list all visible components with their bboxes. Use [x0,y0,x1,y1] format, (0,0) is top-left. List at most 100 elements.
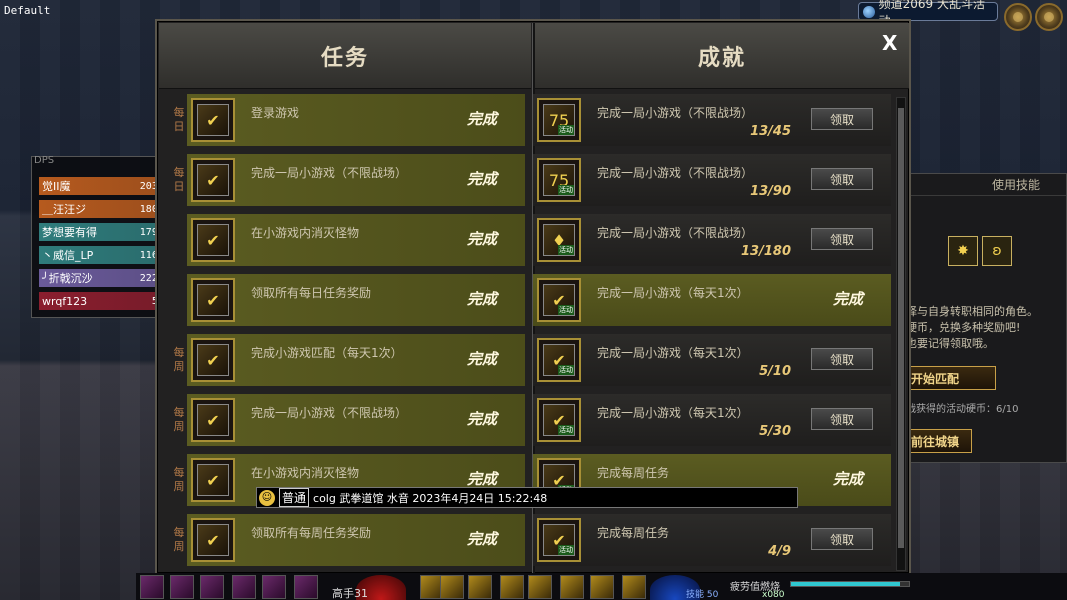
achievement-name: 完成每周任务 [597,466,670,480]
event-tag: 活动 [558,245,574,255]
claim-button[interactable]: 领取 [811,108,873,130]
close-button[interactable]: X [882,31,897,55]
task-status: 完成 [466,350,497,368]
achievement-name: 完成一局小游戏（不限战场） [597,166,754,180]
task-status: 完成 [466,230,497,248]
claim-button[interactable]: 领取 [811,228,873,250]
achievement-name: 完成一局小游戏（不限战场） [597,226,754,240]
reward-icon: ✔活动 [543,284,575,316]
reward-icon: ✔活动 [543,524,575,556]
side-panel-header: 使用技能 [906,174,1066,196]
task-status: 完成 [466,110,497,128]
claim-button[interactable]: 领取 [811,168,873,190]
side-text-line: 也要记得领取哦。 [906,337,994,350]
task-bar: ✔ 领取所有每周任务奖励 完成 [187,514,525,566]
skill-slot[interactable] [170,575,194,599]
claim-button[interactable]: 领取 [811,348,873,370]
event-tag: 活动 [558,365,574,375]
settings-orb-button[interactable] [1035,3,1063,31]
achievement-row: 75 活动 完成一局小游戏（不限战场） 13/45 领取 [533,94,891,146]
skill-slot[interactable] [622,575,646,599]
event-tag: 活动 [558,125,574,135]
dps-player-name: 丶威信_LP [42,249,94,262]
check-icon: ✔ [197,284,229,316]
dps-player-name: wrqf123 [42,294,88,308]
achievement-bar: ✔ 活动 完成一局小游戏（每天1次） 完成 [533,274,891,326]
dragon-skill-icon[interactable]: ʚ [982,236,1012,266]
skill-slot[interactable] [440,575,464,599]
task-period: 每日 [173,106,185,133]
achievement-row: 75 活动 完成一局小游戏（不限战场） 13/90 领取 [533,154,891,206]
event-tag: 活动 [558,185,574,195]
task-status: 完成 [466,170,497,188]
dps-player-name: ＿汪汪ジ [42,203,86,216]
achievement-row: ✔ 活动 完成一局小游戏（每天1次） 5/10 领取 [533,334,891,386]
claim-button[interactable]: 领取 [811,528,873,550]
skill-slot[interactable] [200,575,224,599]
achievement-icon-slot: 75 活动 [537,158,581,202]
skill-slot[interactable] [590,575,614,599]
start-match-button[interactable]: 开始匹配 [906,366,996,390]
skill-slot[interactable] [560,575,584,599]
scroll-thumb[interactable] [898,108,904,548]
task-row: 每周 ✔ 完成一局小游戏（不限战场） 完成 [171,394,525,446]
skill-slot[interactable] [140,575,164,599]
reward-icon: 75 活动 [543,164,575,196]
task-period: 每周 [173,346,185,373]
burst-skill-icon[interactable]: ✸ [948,236,978,266]
achievement-name: 完成一局小游戏（每天1次） [597,286,749,300]
go-to-town-button[interactable]: 前往城镇 [906,429,972,453]
task-row: 每日 ✔ 完成一局小游戏（不限战场） 完成 [171,154,525,206]
task-period: 每周 [173,526,185,553]
smiley-icon: ☺ [259,489,275,506]
task-icon-slot: ✔ [191,458,235,502]
fatigue-bar [790,581,910,587]
menu-orb-button[interactable] [1004,3,1032,31]
task-name: 完成一局小游戏（不限战场） [251,406,408,420]
chat-channel-tag[interactable]: 普通 [279,488,310,507]
claim-button[interactable]: 领取 [811,408,873,430]
reward-icon: ✔活动 [543,404,575,436]
achievement-progress: 4/9 [768,544,791,559]
achievement-name: 完成一局小游戏（每天1次） [597,346,749,360]
chat-message: colg 武拳道馆 水音 2023年4月24日 15:22:48 [313,491,548,505]
achievement-bar: ♦ 活动 完成一局小游戏（不限战场） 13/180 领取 [533,214,891,266]
task-name: 完成小游戏匹配（每天1次） [251,346,403,360]
skill-slot[interactable] [262,575,286,599]
reward-icon: ♦ 活动 [543,224,575,256]
task-name: 在小游戏内消灭怪物 [251,226,360,240]
achievements-header: 成就 [535,23,909,89]
achievement-status: 完成 [832,290,863,308]
task-name: 领取所有每周任务奖励 [251,526,372,540]
skill-slot[interactable] [468,575,492,599]
check-icon: ✔ [197,164,229,196]
task-status: 完成 [466,290,497,308]
task-status: 完成 [466,470,497,488]
task-period [171,214,187,266]
task-name: 完成一局小游戏（不限战场） [251,166,408,180]
achievement-icon-slot: ✔活动 [537,278,581,322]
skill-slot[interactable] [294,575,318,599]
achievement-bar: ✔ 活动 完成一局小游戏（每天1次） 5/10 领取 [533,334,891,386]
achievement-icon-slot: ♦ 活动 [537,218,581,262]
dps-player-name: 梦想要有得 [42,226,97,239]
achievements-scrollbar[interactable] [896,97,906,571]
task-icon-slot: ✔ [191,218,235,262]
achievement-row: ♦ 活动 完成一局小游戏（不限战场） 13/180 领取 [533,214,891,266]
task-bar: ✔ 在小游戏内消灭怪物 完成 [187,214,525,266]
skill-slot[interactable] [528,575,552,599]
globe-icon [863,5,875,18]
check-icon: ✔ [197,344,229,376]
check-icon: ✔ [197,224,229,256]
event-tag: 活动 [558,425,574,435]
task-bar: ✔ 完成一局小游戏（不限战场） 完成 [187,154,525,206]
skill-slot[interactable] [232,575,256,599]
achievement-bar: 75 活动 完成一局小游戏（不限战场） 13/45 领取 [533,94,891,146]
achievement-icon-slot: ✔活动 [537,398,581,442]
check-icon: ✔ [197,464,229,496]
task-period [171,274,187,326]
achievement-progress: 5/10 [759,364,791,379]
task-icon-slot: ✔ [191,98,235,142]
skill-slot[interactable] [500,575,524,599]
task-row: ✔ 领取所有每日任务奖励 完成 [171,274,525,326]
